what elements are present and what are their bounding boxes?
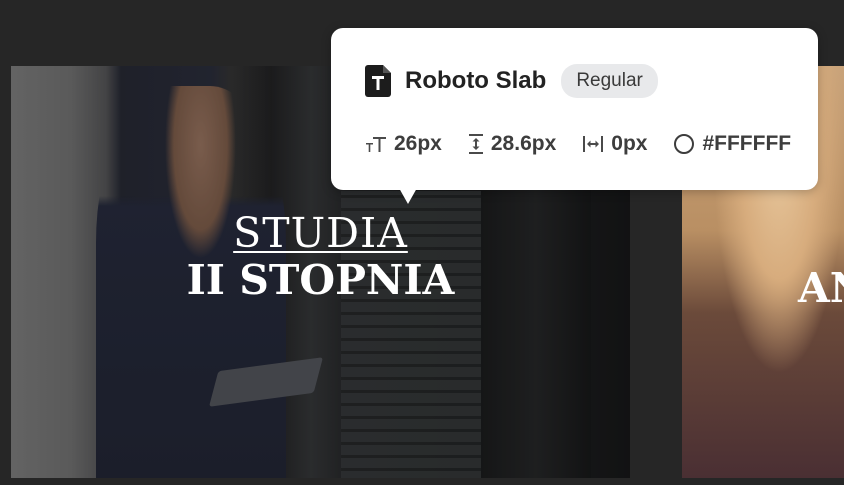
line-height-metric: 28.6px [468,132,556,156]
font-family-name: Roboto Slab [405,67,547,94]
color-value: #FFFFFF [702,132,792,155]
font-size-icon [366,137,386,152]
line-height-value: 28.6px [490,132,557,155]
letter-spacing-icon [583,136,604,152]
card-title-line1[interactable]: STUDIA [233,210,408,256]
color-metric: #FFFFFF [673,132,791,156]
font-file-icon [365,65,391,97]
line-height-icon [468,134,483,154]
font-size-value: 26px [394,132,442,155]
color-swatch-icon [674,134,695,154]
card-title-partial: AN [798,264,844,312]
card-title-line2: II STOPNIA [186,256,455,305]
font-style-badge: Regular [561,64,658,98]
letter-spacing-metric: 0px [582,132,647,156]
font-metrics-row: 26px 28.6px 0px #FFFFFF [365,132,791,156]
font-size-metric: 26px [365,132,442,156]
letter-spacing-value: 0px [611,132,648,155]
font-inspector-tooltip: Roboto Slab Regular 26px 28.6px 0px #FFF… [331,28,818,204]
font-family-row: Roboto Slab Regular [365,64,658,98]
card-title[interactable]: STUDIA II STOPNIA [11,210,630,305]
tooltip-arrow [399,188,417,204]
